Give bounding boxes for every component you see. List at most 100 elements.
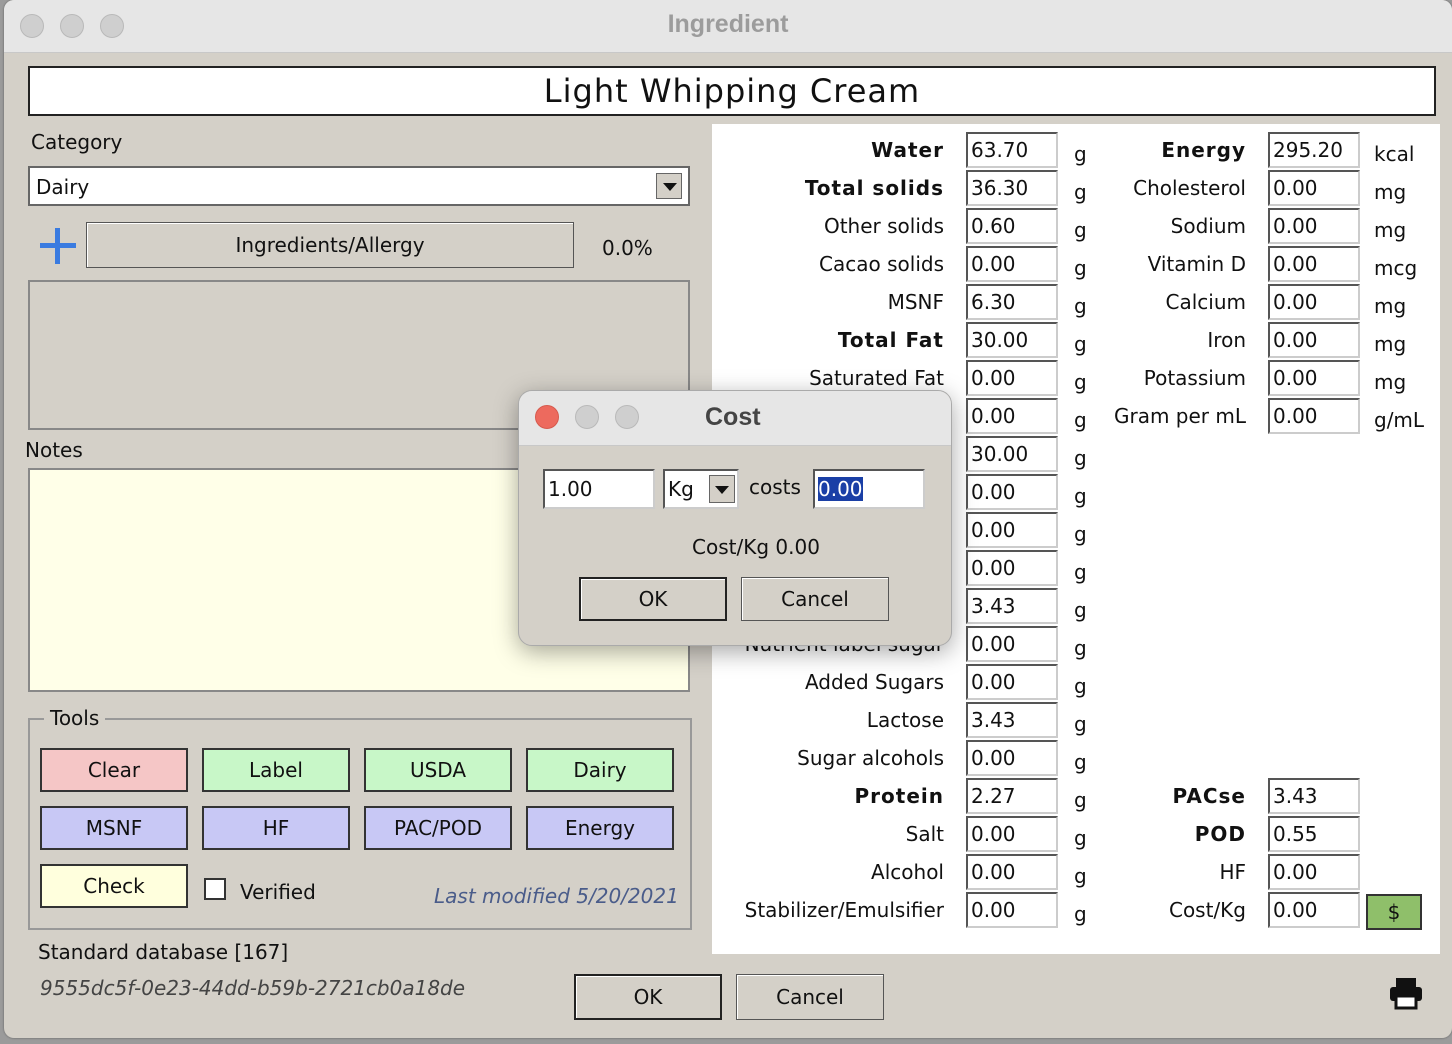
cost-button[interactable]: $: [1366, 894, 1422, 930]
nutrient-input[interactable]: 0.00: [1268, 284, 1360, 320]
pac-input[interactable]: 3.43: [1268, 778, 1360, 814]
composition-label: MSNF: [887, 290, 944, 314]
nutrient-label: Iron: [1207, 328, 1246, 352]
energy-button[interactable]: Energy: [526, 806, 674, 850]
composition-input[interactable]: 63.70: [966, 132, 1058, 168]
nutrient-input[interactable]: 0.00: [1268, 246, 1360, 282]
pac-input[interactable]: 0.00: [1268, 892, 1360, 928]
composition-label: Added Sugars: [804, 670, 944, 694]
composition-input[interactable]: 0.00: [966, 246, 1058, 282]
cancel-button[interactable]: Cancel: [736, 974, 884, 1020]
composition-label: Water: [871, 138, 944, 162]
composition-input[interactable]: 6.30: [966, 284, 1058, 320]
composition-input[interactable]: 0.00: [966, 512, 1058, 548]
ingredient-name-field[interactable]: Light Whipping Cream: [28, 66, 1436, 116]
composition-input[interactable]: 36.30: [966, 170, 1058, 206]
label-button[interactable]: Label: [202, 748, 350, 792]
nutrient-label: Cholesterol: [1133, 176, 1246, 200]
zoom-dialog-icon[interactable]: [615, 405, 639, 429]
category-value: Dairy: [36, 175, 90, 199]
nutrient-unit: kcal: [1374, 142, 1415, 166]
verified-checkbox[interactable]: [204, 878, 226, 900]
costs-label: costs: [749, 475, 801, 499]
nutrient-input[interactable]: 295.20: [1268, 132, 1360, 168]
category-select[interactable]: Dairy: [28, 166, 690, 206]
title-bar[interactable]: Ingredient: [4, 0, 1452, 53]
msnf-button[interactable]: MSNF: [40, 806, 188, 850]
printer-icon[interactable]: [1388, 976, 1424, 1010]
composition-label: Alcohol: [871, 860, 944, 884]
cost-summary: Cost/Kg 0.00: [692, 535, 820, 559]
nutrient-label: Gram per mL: [1113, 404, 1246, 428]
composition-input[interactable]: 0.00: [966, 550, 1058, 586]
composition-unit: g: [1074, 788, 1087, 812]
composition-input[interactable]: 0.00: [966, 740, 1058, 776]
composition-unit: g: [1074, 142, 1087, 166]
nutrient-input[interactable]: 0.00: [1268, 208, 1360, 244]
composition-input[interactable]: 0.00: [966, 474, 1058, 510]
composition-input[interactable]: 0.00: [966, 854, 1058, 890]
composition-label: Total solids: [804, 176, 944, 200]
nutrient-label: Energy: [1161, 138, 1246, 162]
nutrient-input[interactable]: 0.00: [1268, 322, 1360, 358]
verified-label: Verified: [240, 880, 316, 904]
cost-dialog-title-bar[interactable]: Cost: [519, 391, 951, 446]
composition-input[interactable]: 0.00: [966, 816, 1058, 852]
composition-unit: g: [1074, 180, 1087, 204]
ingredients-allergy-button[interactable]: Ingredients/Allergy: [86, 222, 574, 268]
hf-button[interactable]: HF: [202, 806, 350, 850]
nutrient-input[interactable]: 0.00: [1268, 360, 1360, 396]
clear-button[interactable]: Clear: [40, 748, 188, 792]
nutrient-input[interactable]: 0.00: [1268, 398, 1360, 434]
cost-cancel-button[interactable]: Cancel: [741, 577, 889, 621]
cost-dialog: Cost 1.00 Kg costs 0.00 Cost/Kg 0.00 OK …: [518, 390, 952, 646]
pac-label: POD: [1194, 822, 1246, 846]
cost-unit-select[interactable]: Kg: [663, 469, 739, 509]
composition-unit: g: [1074, 484, 1087, 508]
minimize-dialog-icon[interactable]: [575, 405, 599, 429]
cost-dialog-title: Cost: [705, 403, 761, 431]
add-icon[interactable]: [40, 228, 76, 264]
check-button[interactable]: Check: [40, 864, 188, 908]
usda-button[interactable]: USDA: [364, 748, 512, 792]
nutrient-unit: mg: [1374, 294, 1407, 318]
composition-unit: g: [1074, 750, 1087, 774]
ok-button[interactable]: OK: [574, 974, 722, 1020]
composition-unit: g: [1074, 408, 1087, 432]
composition-label: Cacao solids: [819, 252, 944, 276]
composition-input[interactable]: 3.43: [966, 588, 1058, 624]
composition-input[interactable]: 0.00: [966, 360, 1058, 396]
chevron-down-icon[interactable]: [656, 173, 682, 199]
cost-quantity-input[interactable]: 1.00: [543, 469, 655, 509]
pac-input[interactable]: 0.00: [1268, 854, 1360, 890]
composition-label: Protein: [854, 784, 944, 808]
composition-input[interactable]: 0.00: [966, 398, 1058, 434]
chevron-down-icon[interactable]: [709, 475, 735, 503]
pac-input[interactable]: 0.55: [1268, 816, 1360, 852]
last-modified-text: Last modified 5/20/2021: [434, 884, 679, 908]
composition-unit: g: [1074, 446, 1087, 470]
close-dialog-icon[interactable]: [535, 405, 559, 429]
composition-unit: g: [1074, 332, 1087, 356]
composition-input[interactable]: 30.00: [966, 322, 1058, 358]
composition-input[interactable]: 2.27: [966, 778, 1058, 814]
composition-unit: g: [1074, 712, 1087, 736]
uuid-text: 9555dc5f-0e23-44dd-b59b-2721cb0a18de: [40, 976, 466, 1000]
notes-label: Notes: [25, 438, 83, 462]
pac-pod-button[interactable]: PAC/POD: [364, 806, 512, 850]
nutrient-unit: mg: [1374, 180, 1407, 204]
composition-input[interactable]: 0.00: [966, 664, 1058, 700]
cost-ok-button[interactable]: OK: [579, 577, 727, 621]
composition-input[interactable]: 0.00: [966, 892, 1058, 928]
dairy-button[interactable]: Dairy: [526, 748, 674, 792]
composition-input[interactable]: 30.00: [966, 436, 1058, 472]
nutrient-input[interactable]: 0.00: [1268, 170, 1360, 206]
composition-input[interactable]: 0.00: [966, 626, 1058, 662]
composition-input[interactable]: 3.43: [966, 702, 1058, 738]
composition-input[interactable]: 0.60: [966, 208, 1058, 244]
composition-label: Sugar alcohols: [797, 746, 944, 770]
composition-unit: g: [1074, 826, 1087, 850]
cost-value-input[interactable]: 0.00: [813, 469, 925, 509]
composition-label: Lactose: [866, 708, 944, 732]
nutrient-unit: mcg: [1374, 256, 1418, 280]
